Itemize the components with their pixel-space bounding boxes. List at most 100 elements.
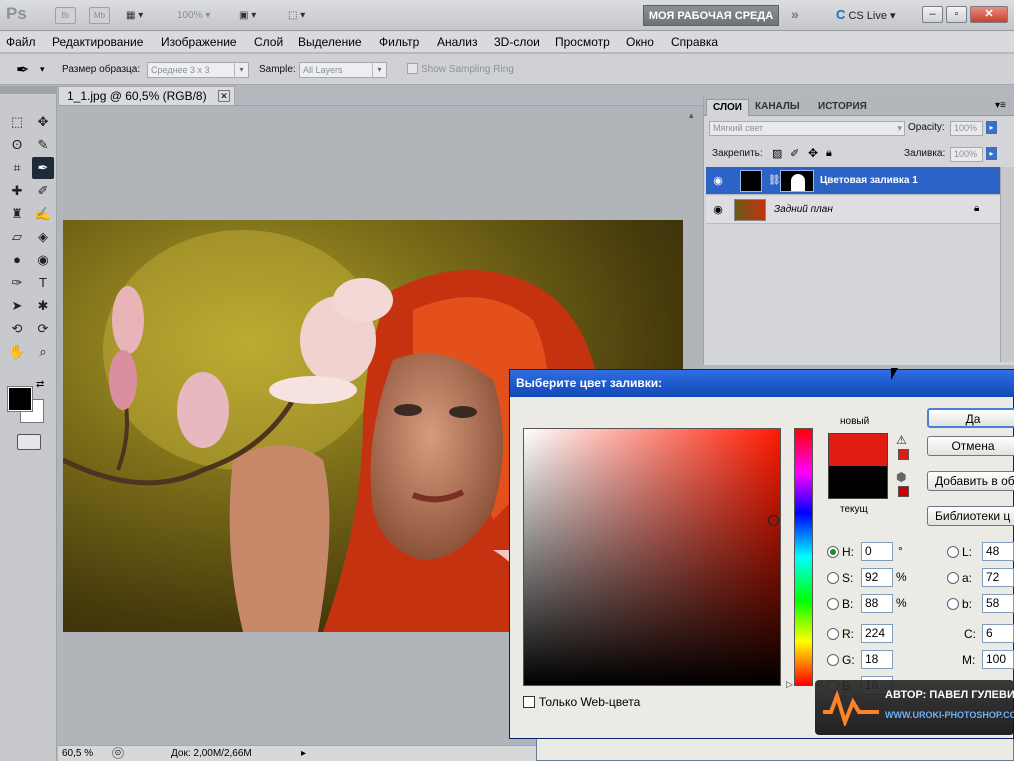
menu-edit[interactable]: Редактирование bbox=[52, 35, 143, 49]
opacity-slider-arrow-icon[interactable]: ▸ bbox=[986, 121, 997, 134]
saturation-radio[interactable] bbox=[827, 572, 839, 584]
eyedropper-tool-icon[interactable]: ✒ bbox=[32, 157, 54, 179]
blend-mode-select[interactable]: Мягкий свет ▾ bbox=[709, 121, 905, 136]
dialog-title[interactable]: Выберите цвет заливки: bbox=[510, 370, 1014, 397]
status-menu-arrow-icon[interactable]: ▸ bbox=[301, 748, 306, 759]
color-field[interactable] bbox=[523, 428, 781, 686]
saturation-input[interactable]: 92 bbox=[861, 568, 893, 587]
menu-3d[interactable]: 3D-слои bbox=[494, 35, 540, 49]
lock-pixels-icon[interactable]: ✐ bbox=[790, 147, 799, 160]
clone-stamp-tool-icon[interactable]: ♜ bbox=[6, 203, 28, 225]
brightness-input[interactable]: 88 bbox=[861, 594, 893, 613]
arrange-documents-dropdown[interactable]: ▣ ▾ bbox=[239, 6, 273, 25]
lasso-tool-icon[interactable]: ʘ bbox=[6, 134, 28, 156]
zoom-level[interactable]: 60,5 % bbox=[62, 748, 93, 759]
menu-window[interactable]: Окно bbox=[626, 35, 654, 49]
eye-icon[interactable]: ◉ bbox=[710, 174, 726, 188]
hue-input[interactable]: 0 bbox=[861, 542, 893, 561]
color-libraries-button[interactable]: Библиотеки ц bbox=[927, 506, 1014, 526]
lab-b-radio[interactable] bbox=[947, 598, 959, 610]
hue-radio[interactable] bbox=[827, 546, 839, 558]
path-selection-tool-icon[interactable]: ➤ bbox=[6, 295, 28, 317]
move-tool-icon[interactable]: ✥ bbox=[32, 111, 54, 133]
pen-tool-icon[interactable]: ✑ bbox=[6, 272, 28, 294]
brightness-radio[interactable] bbox=[827, 598, 839, 610]
type-tool-icon[interactable]: T bbox=[32, 272, 54, 294]
red-radio[interactable] bbox=[827, 628, 839, 640]
sample-select[interactable]: All Layers ▾ bbox=[299, 62, 387, 78]
current-color-swatch[interactable] bbox=[828, 466, 888, 499]
web-colors-only-checkbox[interactable] bbox=[523, 696, 535, 708]
menu-filter[interactable]: Фильтр bbox=[379, 35, 419, 49]
menu-image[interactable]: Изображение bbox=[161, 35, 237, 49]
extras-dropdown[interactable]: ▦ ▾ bbox=[126, 6, 160, 25]
layer-row-color-fill[interactable]: ◉ ⛓ Цветовая заливка 1 bbox=[706, 167, 1000, 195]
web-safe-swatch[interactable] bbox=[898, 486, 909, 497]
lock-transparency-icon[interactable]: ▨ bbox=[772, 147, 782, 160]
tab-history[interactable]: ИСТОРИЯ bbox=[812, 99, 873, 116]
minimize-button[interactable]: – bbox=[922, 6, 943, 23]
3d-rotate-tool-icon[interactable]: ⟲ bbox=[6, 318, 28, 340]
swap-colors-icon[interactable]: ⇄ bbox=[36, 379, 44, 390]
history-brush-tool-icon[interactable]: ✍ bbox=[32, 203, 54, 225]
marquee-tool-icon[interactable]: ⬚ bbox=[6, 111, 28, 133]
eye-icon[interactable]: ◉ bbox=[710, 203, 726, 217]
zoom-dropdown[interactable]: 100% ▾ bbox=[177, 6, 210, 25]
hue-slider[interactable] bbox=[794, 428, 813, 686]
fill-slider-arrow-icon[interactable]: ▸ bbox=[986, 147, 997, 160]
lightness-input[interactable]: 48 bbox=[982, 542, 1014, 561]
layers-scrollbar[interactable] bbox=[1000, 167, 1014, 362]
more-workspaces-icon[interactable]: » bbox=[791, 6, 799, 22]
magenta-input[interactable]: 100 bbox=[982, 650, 1014, 669]
opacity-input[interactable]: 100% bbox=[950, 121, 983, 136]
mini-bridge-button[interactable]: Mb bbox=[89, 7, 110, 24]
bridge-button[interactable]: Br bbox=[55, 7, 76, 24]
sample-size-select[interactable]: Среднее 3 x 3 ▾ bbox=[147, 62, 249, 78]
lab-b-input[interactable]: 58 bbox=[982, 594, 1014, 613]
lock-all-icon[interactable]: 🔒︎ bbox=[826, 147, 832, 160]
maximize-button[interactable]: ▫ bbox=[946, 6, 967, 23]
foreground-color-swatch[interactable] bbox=[7, 386, 33, 412]
tool-preset-dropdown-icon[interactable]: ▾ bbox=[40, 64, 45, 75]
close-document-icon[interactable]: ✕ bbox=[218, 90, 230, 102]
cs-live-menu[interactable]: C CS Live ▾ bbox=[836, 7, 896, 22]
paint-bucket-tool-icon[interactable]: ◈ bbox=[32, 226, 54, 248]
add-to-swatches-button[interactable]: Добавить в об bbox=[927, 471, 1014, 491]
layer-row-background[interactable]: ◉ Задний план 🔒︎ bbox=[706, 196, 1000, 224]
lab-a-input[interactable]: 72 bbox=[982, 568, 1014, 587]
color-field-marker[interactable] bbox=[768, 515, 779, 526]
menu-file[interactable]: Файл bbox=[6, 35, 36, 49]
tools-panel-header[interactable] bbox=[0, 86, 57, 94]
tab-layers[interactable]: СЛОИ bbox=[706, 99, 749, 116]
close-button[interactable]: ✕ bbox=[970, 6, 1008, 23]
hue-slider-left-arrow-icon[interactable]: ▷ bbox=[786, 679, 793, 690]
document-tab[interactable]: 1_1.jpg @ 60,5% (RGB/8) ✕ bbox=[58, 86, 235, 105]
brush-tool-icon[interactable]: ✐ bbox=[32, 180, 54, 202]
ok-button[interactable]: Да bbox=[927, 408, 1014, 428]
panel-scroll-up-icon[interactable]: ▴ bbox=[689, 110, 694, 121]
cyan-input[interactable]: 6 bbox=[982, 624, 1014, 643]
gamut-warning-swatch[interactable] bbox=[898, 449, 909, 460]
eyedropper-tool-preset-icon[interactable]: ✒ bbox=[16, 60, 29, 80]
panel-menu-icon[interactable]: ▾≡ bbox=[995, 100, 1006, 111]
3d-orbit-tool-icon[interactable]: ⟳ bbox=[32, 318, 54, 340]
green-radio[interactable] bbox=[827, 654, 839, 666]
quick-selection-tool-icon[interactable]: ✎ bbox=[32, 134, 54, 156]
lightness-radio[interactable] bbox=[947, 546, 959, 558]
eraser-tool-icon[interactable]: ▱ bbox=[6, 226, 28, 248]
green-input[interactable]: 18 bbox=[861, 650, 893, 669]
hand-tool-icon[interactable]: ✋ bbox=[6, 341, 28, 363]
menu-view[interactable]: Просмотр bbox=[555, 35, 610, 49]
zoom-tool-icon[interactable]: ⌕ bbox=[32, 341, 54, 363]
menu-analysis[interactable]: Анализ bbox=[437, 35, 478, 49]
menu-select[interactable]: Выделение bbox=[298, 35, 362, 49]
show-sampling-ring-checkbox[interactable] bbox=[407, 63, 418, 74]
menu-layer[interactable]: Слой bbox=[254, 35, 283, 49]
screen-mode-dropdown[interactable]: ⬚ ▾ bbox=[288, 6, 322, 25]
lock-position-icon[interactable]: ✥ bbox=[808, 146, 818, 160]
healing-brush-tool-icon[interactable]: ✚ bbox=[6, 180, 28, 202]
blur-tool-icon[interactable]: ● bbox=[6, 249, 28, 271]
quick-mask-button[interactable] bbox=[17, 434, 41, 450]
sponge-tool-icon[interactable]: ◉ bbox=[32, 249, 54, 271]
cancel-button[interactable]: Отмена bbox=[927, 436, 1014, 456]
